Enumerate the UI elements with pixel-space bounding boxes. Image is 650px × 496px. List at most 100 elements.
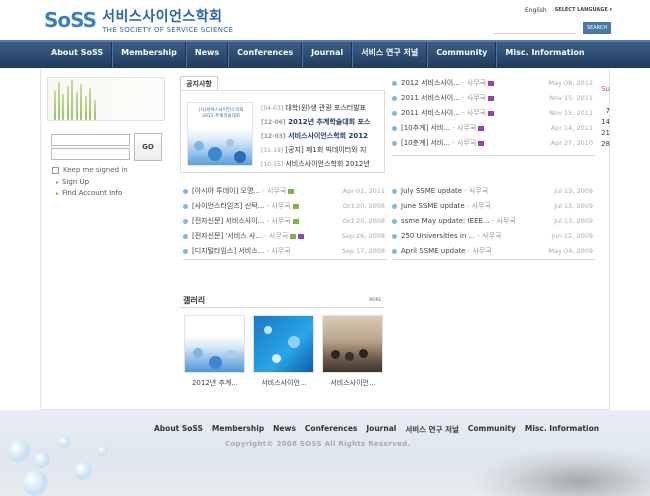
bullet-icon <box>392 125 397 131</box>
logo-korean-name: 서비스사이언스학회 <box>102 9 223 25</box>
bullet-icon <box>392 95 397 101</box>
calendar-strip: Su 7 14 21 28 <box>601 85 610 148</box>
list-item[interactable]: April SSME update - 사무국 May 04, 2009 <box>392 244 597 259</box>
bullet-icon <box>392 248 397 254</box>
bullet-icon <box>183 188 188 194</box>
footer-link-misc[interactable]: Misc. Information <box>525 424 599 435</box>
list-item[interactable]: [사이언스타임즈] 신탁... - 사무국 Oct 20, 2008 <box>183 199 389 214</box>
nav-conferences[interactable]: Conferences <box>228 42 303 68</box>
arrow-icon: ▸ <box>56 189 60 197</box>
logo-mark: SoSS <box>44 8 97 32</box>
list-item[interactable]: 2011 서비스사이... - 사무국 Nov 15, 2011 <box>392 91 597 106</box>
list-item[interactable]: ssme May update: IEEE... - 사무국 Jul 13, 20… <box>392 214 597 229</box>
attachment-icon <box>488 110 495 116</box>
attachment-icon <box>488 80 495 86</box>
find-account-link[interactable]: ▸ Find Account Info <box>56 189 122 197</box>
bullet-icon <box>392 203 397 209</box>
attachment-icon <box>478 140 485 146</box>
keep-signed-in-checkbox[interactable] <box>52 166 59 174</box>
decorative-bubble <box>98 446 108 456</box>
divider <box>183 259 388 260</box>
gallery-caption[interactable]: 2012년 추계... <box>184 378 246 388</box>
list-item[interactable]: 2011 서비스사이... - 사무국 Nov 15, 2011 <box>392 106 597 121</box>
gallery-thumbnail[interactable] <box>322 315 383 373</box>
attachment-icon <box>488 95 495 101</box>
footer-link-membership[interactable]: Membership <box>212 424 264 435</box>
search-button[interactable]: SEARCH <box>583 22 611 34</box>
conference-list: 2012 서비스사이... - 사무국 May 08, 2012 2011 서비스… <box>392 76 597 151</box>
sidebar-banner-image <box>47 77 165 121</box>
ssme-update-list: July SSME update - 사무국 Jul 13, 2009 June … <box>392 184 597 259</box>
footer-link-journal[interactable]: Journal <box>366 424 396 435</box>
image-icon <box>292 203 299 209</box>
nav-news[interactable]: News <box>185 42 229 68</box>
list-item[interactable]: [10추계] 서비... - 사무국 Apr 14, 2011 <box>392 121 597 136</box>
list-item[interactable]: 2012 서비스사이... - 사무국 May 08, 2012 <box>392 76 597 91</box>
list-item[interactable]: [전자신문] '서비스 사... - 사무국 Sep 26, 2008 <box>183 229 389 244</box>
bullet-icon <box>392 218 397 224</box>
image-icon <box>290 233 297 239</box>
nav-journal[interactable]: Journal <box>302 42 353 68</box>
divider <box>392 259 595 260</box>
login-id-input[interactable] <box>51 134 130 146</box>
list-item[interactable]: 250 Universities in ... - 사무국 Jun 12, 200… <box>392 229 597 244</box>
footer-link-news[interactable]: News <box>273 424 296 435</box>
press-list: [아시아 투데이] 오명... - 사무국 Apr 01, 2011 [사이언스타… <box>183 184 389 259</box>
copyright: Copyright© 2008 SOSS All Rights Reserved… <box>225 440 411 448</box>
footer-link-about[interactable]: About SoSS <box>154 424 203 435</box>
footer-nav: About SoSS Membership News Conferences J… <box>154 424 599 435</box>
bullet-icon <box>183 233 188 239</box>
list-item[interactable]: [10춘계] 서비... - 사무국 Apr 27, 2010 <box>392 136 597 151</box>
gallery-thumbnail[interactable] <box>253 315 314 373</box>
list-item[interactable]: [아시아 투데이] 오명... - 사무국 Apr 01, 2011 <box>183 184 389 199</box>
notice-thumbnail[interactable]: [사]서비스사이언스학회 2012 추계학술대회 <box>187 102 253 166</box>
notice-item[interactable]: [12-03] 서비스사이언스학회 2012 <box>261 129 383 143</box>
nav-membership[interactable]: Membership <box>112 42 186 68</box>
gallery-caption[interactable]: 서비스사이언... <box>322 378 384 388</box>
signup-link[interactable]: ▸ Sign Up <box>56 178 89 186</box>
nav-community[interactable]: Community <box>427 42 497 68</box>
list-item[interactable]: June SSME update - 사무국 Jul 13, 2009 <box>392 199 597 214</box>
login-go-button[interactable]: GO <box>134 133 162 161</box>
bullet-icon <box>183 218 188 224</box>
tab-notice[interactable]: 공지사항 <box>180 76 218 91</box>
language-select[interactable]: SELECT LANGUAGE ▾ <box>555 7 612 14</box>
notice-item[interactable]: [10-15] 서비스사이언스학회 2012년 <box>261 157 383 171</box>
image-icon <box>292 218 299 224</box>
list-item[interactable]: July SSME update - 사무국 Jul 13, 2009 <box>392 184 597 199</box>
bullet-icon <box>392 233 397 239</box>
footer-link-service-journal[interactable]: 서비스 연구 저널 <box>405 424 459 435</box>
nav-about[interactable]: About SoSS <box>43 42 113 68</box>
notice-item[interactable]: [11-19] [공지] 제1회 빅데이터와 지 <box>261 143 383 157</box>
attachment-icon <box>478 125 485 131</box>
language-bar: English SELECT LANGUAGE ▾ <box>525 7 612 14</box>
keep-signed-in[interactable]: Keep me signed in <box>52 166 128 174</box>
keep-signed-in-label: Keep me signed in <box>63 166 128 174</box>
gallery-title: 갤러리 <box>183 296 206 305</box>
image-icon <box>288 188 295 194</box>
nav-misc-information[interactable]: Misc. Information <box>496 42 592 68</box>
nav-service-journal[interactable]: 서비스 연구 저널 <box>352 42 428 68</box>
main-nav: About SoSS Membership News Conferences J… <box>0 40 650 68</box>
footer-link-conferences[interactable]: Conferences <box>305 424 357 435</box>
gallery-more-link[interactable]: MORE <box>369 297 381 302</box>
bullet-icon <box>183 203 188 209</box>
footer-link-community[interactable]: Community <box>468 424 516 435</box>
arrow-icon: ▸ <box>56 178 60 186</box>
gallery-thumbnail[interactable] <box>184 315 245 373</box>
notice-item[interactable]: [04-03] 대학(원)생 관광 포스터발표 <box>261 101 383 115</box>
site-logo[interactable]: SoSS 서비스사이언스학회 THE SOCIETY OF SERVICE SC… <box>44 6 233 34</box>
bullet-icon <box>392 140 397 146</box>
list-item[interactable]: [전자신문] 서비스사이... - 사무국 Oct 20, 2008 <box>183 214 389 229</box>
logo-english-name: THE SOCIETY OF SERVICE SCIENCE <box>102 26 234 34</box>
login-password-input[interactable] <box>51 148 130 160</box>
english-link[interactable]: English <box>525 7 547 14</box>
decorative-bubble <box>58 436 70 448</box>
divider <box>392 155 595 156</box>
search-input[interactable] <box>494 22 576 34</box>
notice-item[interactable]: [12-06] 2012년 추계학술대회 포스 <box>261 115 383 129</box>
list-item[interactable]: [디지털타임스] 서비스... - 사무국 Sep 17, 2008 <box>183 244 389 259</box>
gallery-caption[interactable]: 서비스사이언... <box>253 378 315 388</box>
bullet-icon <box>392 188 397 194</box>
decorative-ink-spatter <box>470 448 650 496</box>
